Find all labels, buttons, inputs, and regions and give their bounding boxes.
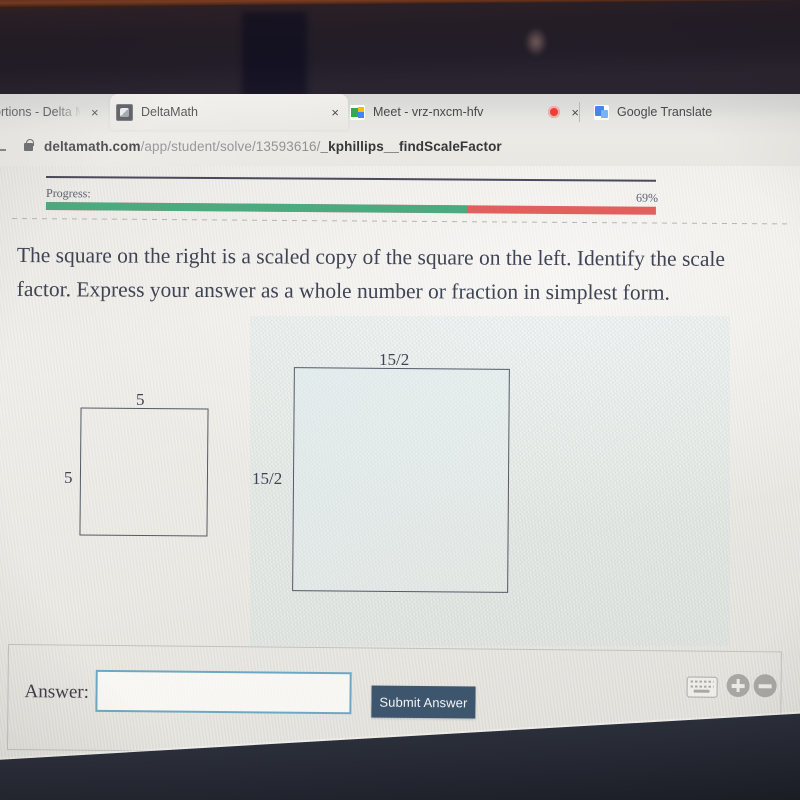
tab-title: Meet - vrz-nxcm-hfv [373, 105, 484, 119]
answer-label: Answer: [24, 681, 90, 703]
tab-title: DeltaMath [141, 105, 198, 119]
url-path: /app/student/solve/13593616/ [140, 139, 321, 154]
browser-tab-strip: ortions - Delta M × DeltaMath × Meet - v… [0, 94, 800, 132]
tab-title: Google Translate [617, 105, 713, 119]
google-translate-favicon [594, 104, 609, 120]
answer-input[interactable] [95, 669, 352, 715]
deltamath-page: Progress: 69% The square on the right is… [0, 166, 800, 800]
url-tail: _kphillips__findScaleFactor [320, 139, 502, 154]
url-domain: deltamath.com [44, 139, 141, 154]
tab-title: ortions - Delta M [0, 105, 80, 119]
browser-chrome: ortions - Delta M × DeltaMath × Meet - v… [0, 94, 800, 168]
bezel-light-reflection [525, 28, 547, 56]
large-square-shape [292, 367, 510, 593]
omnibar-edge-marker [0, 149, 6, 151]
figure-area: 5 5 15/2 15/2 [0, 166, 800, 686]
small-square-shape [79, 407, 209, 537]
tab-close-icon[interactable]: × [328, 104, 342, 121]
tab-close-icon[interactable]: × [88, 104, 102, 121]
browser-tab-proportions[interactable]: ortions - Delta M × [0, 94, 118, 130]
browser-address-bar[interactable]: deltamath.com/app/student/solve/13593616… [0, 132, 800, 168]
browser-tab-meet[interactable]: Meet - vrz-nxcm-hfv × [344, 94, 588, 130]
deltamath-favicon [116, 103, 133, 121]
monitor-top-bezel [0, 0, 800, 96]
bezel-shadow-patch [242, 12, 307, 96]
recording-indicator-icon[interactable] [548, 106, 561, 118]
lock-icon [24, 138, 34, 151]
browser-tab-deltamath[interactable]: DeltaMath × [110, 94, 348, 130]
bezel-wood-highlight [0, 0, 800, 7]
screenshot-root: ortions - Delta M × DeltaMath × Meet - v… [0, 0, 800, 800]
submit-answer-button[interactable]: Submit Answer [371, 685, 476, 719]
keyboard-icon[interactable] [686, 676, 718, 698]
plus-circle-icon[interactable] [726, 673, 750, 698]
browser-tab-google-translate[interactable]: Google Translate [588, 94, 800, 130]
minus-circle-icon[interactable] [753, 674, 777, 698]
small-square-top-label: 5 [136, 390, 145, 409]
small-square-left-label: 5 [64, 468, 73, 487]
large-square-left-label: 15/2 [252, 469, 283, 488]
tab-divider [579, 102, 580, 122]
large-square-top-label: 15/2 [379, 350, 410, 369]
google-meet-favicon [350, 104, 365, 120]
address-bar-url: deltamath.com/app/student/solve/13593616… [44, 139, 502, 154]
